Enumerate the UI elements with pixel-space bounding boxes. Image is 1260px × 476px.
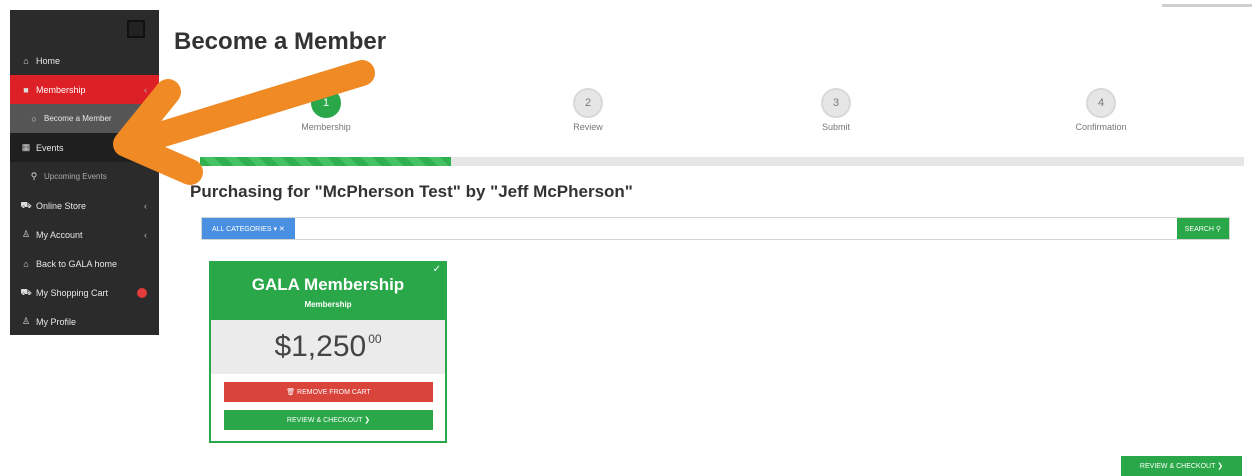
step-circle: 4 [1086,88,1116,118]
user-icon: ♙ [21,229,31,239]
step-review: 2 Review [528,88,648,132]
sidebar-item-label: Membership [36,84,86,95]
sidebar-item-label: My Profile [36,316,77,327]
sidebar-toggle-icon[interactable] [127,20,145,38]
sidebar-item-label: Events [36,142,64,153]
sidebar-header [10,10,159,46]
price-cents: 00 [368,332,382,346]
step-circle: 2 [573,88,603,118]
cart-count-badge [137,287,147,298]
search-icon: ⚲ [30,171,38,181]
sidebar-item-back-to-gala-home[interactable]: ⌂ Back to GALA home [10,249,159,278]
search-button[interactable]: SEARCH ⚲ [1176,218,1229,239]
top-divider [1162,4,1252,7]
product-card: GALA Membership Membership ✓ $1,250 00 🗑 … [209,261,447,443]
step-confirmation: 4 Confirmation [1041,88,1161,132]
card-subtitle: Membership [304,300,352,309]
cart-icon: ⛟ [20,199,32,210]
remove-from-cart-button[interactable]: 🗑 REMOVE FROM CART [224,382,433,402]
sidebar-item-label: Upcoming Events [44,172,107,181]
sidebar-item-online-store[interactable]: ⛟ Online Store ‹ [10,191,159,220]
sidebar-item-my-profile[interactable]: ♙ My Profile [10,307,159,336]
price-main: $1,250 [274,330,367,363]
sidebar-item-label: Back to GALA home [36,258,118,269]
search-input[interactable] [294,218,1177,239]
calendar-icon: ▦ [21,142,31,152]
sidebar-item-label: Online Store [36,200,87,211]
search-bar: ALL CATEGORIES ▾ ✕ SEARCH ⚲ [201,217,1230,240]
review-checkout-bottom-button[interactable]: REVIEW & CHECKOUT ❯ [1121,456,1242,476]
sidebar-item-upcoming-events[interactable]: ⚲ Upcoming Events [10,162,159,191]
step-label: Submit [821,122,850,132]
step-membership: 1 Membership [266,88,386,132]
sidebar-item-membership[interactable]: ■ Membership ‹ [10,75,159,104]
sidebar-item-my-account[interactable]: ♙ My Account ‹ [10,220,159,249]
chevron-left-icon: ‹ [144,229,147,240]
circle-icon: ○ [31,113,37,124]
purchasing-heading: Purchasing for "McPherson Test" by "Jeff… [190,182,633,201]
bookmark-icon: ■ [23,84,29,95]
chevron-left-icon: ‹ [144,84,147,95]
card-price: $1,250 00 [211,320,445,374]
step-label: Review [573,122,603,132]
cart-icon: ⛟ [20,286,32,297]
progress-bar [200,157,1244,166]
check-icon: ✓ [432,264,441,275]
sidebar-item-label: My Shopping Cart [36,287,109,298]
review-checkout-button[interactable]: REVIEW & CHECKOUT ❯ [224,410,433,430]
sidebar-item-my-shopping-cart[interactable]: ⛟ My Shopping Cart [10,278,159,307]
card-title: GALA Membership [251,275,405,294]
home-icon: ⌂ [23,55,29,66]
category-dropdown[interactable]: ALL CATEGORIES ▾ ✕ [202,218,295,239]
step-submit: 3 Submit [776,88,896,132]
sidebar-item-label: Home [36,55,61,66]
step-circle: 3 [821,88,851,118]
sidebar-item-events[interactable]: ▦ Events [10,133,159,162]
step-circle: 1 [311,88,341,118]
page-title: Become a Member [174,28,387,55]
step-label: Membership [301,122,351,132]
sidebar-item-label: Become a Member [44,114,112,123]
sidebar-item-become-a-member[interactable]: ○ Become a Member [10,104,159,133]
sidebar-item-home[interactable]: ⌂ Home [10,46,159,75]
chevron-left-icon: ‹ [144,200,147,211]
card-header: GALA Membership Membership ✓ [211,263,445,320]
step-label: Confirmation [1075,122,1127,132]
progress-fill [200,157,451,166]
sidebar-item-label: My Account [36,229,83,240]
home-icon: ⌂ [23,258,29,269]
sidebar: ⌂ Home ■ Membership ‹ ○ Become a Member … [10,10,159,335]
user-icon: ♙ [21,316,31,326]
